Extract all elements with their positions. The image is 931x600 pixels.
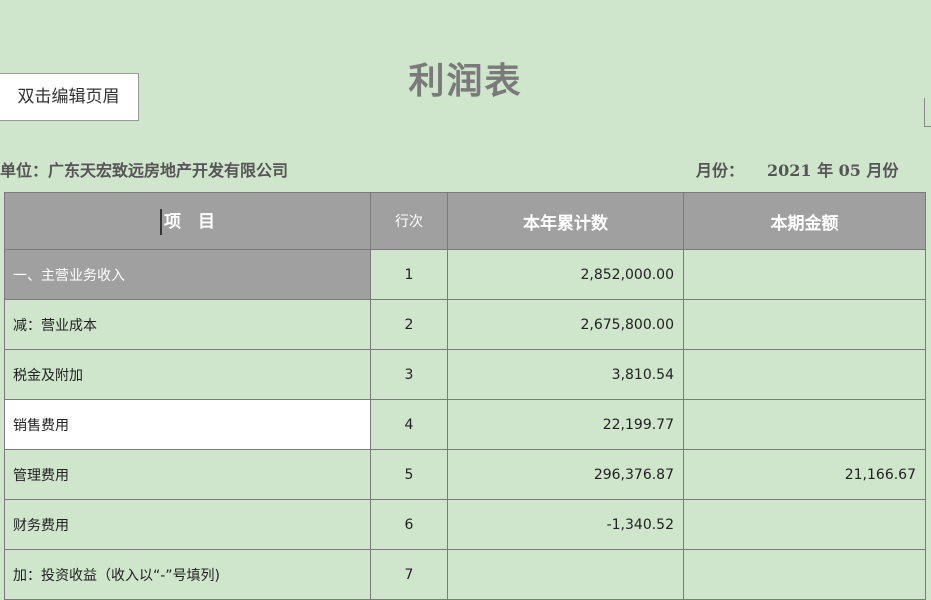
text-cursor xyxy=(160,209,162,235)
column-header-ytd[interactable]: 本年累计数 xyxy=(447,192,684,250)
edit-header-button[interactable]: 双击编辑页眉 xyxy=(0,73,139,121)
page-edge-marker xyxy=(924,98,931,127)
line-no-cell[interactable]: 2 xyxy=(370,299,448,350)
line-no-cell[interactable]: 4 xyxy=(370,399,448,450)
table-row: 一、主营业务收入 1 2,852,000.00 xyxy=(4,249,926,300)
ytd-cell[interactable]: 22,199.77 xyxy=(447,399,684,450)
current-cell[interactable] xyxy=(683,299,926,350)
table-row: 销售费用 4 22,199.77 xyxy=(4,399,926,450)
current-cell[interactable] xyxy=(683,549,926,600)
month-label: 月份： xyxy=(696,161,745,180)
ytd-cell[interactable]: 2,675,800.00 xyxy=(447,299,684,350)
line-no-cell[interactable]: 7 xyxy=(370,549,448,600)
unit-label: 单位：广东天宏致远房地产开发有限公司 xyxy=(0,161,289,180)
item-cell[interactable]: 一、主营业务收入 xyxy=(4,249,371,300)
table-row: 财务费用 6 -1,340.52 xyxy=(4,499,926,550)
month-value: 2021 年 05 月份 xyxy=(767,161,899,180)
table-row: 加：投资收益（收入以“-”号填列) 7 xyxy=(4,549,926,600)
table-header-row: 项 目 行次 本年累计数 本期金额 xyxy=(4,192,926,250)
ytd-cell[interactable]: 3,810.54 xyxy=(447,349,684,400)
item-cell[interactable]: 减：营业成本 xyxy=(4,299,371,350)
column-header-current[interactable]: 本期金额 xyxy=(683,192,926,250)
line-no-cell[interactable]: 1 xyxy=(370,249,448,300)
item-cell[interactable]: 加：投资收益（收入以“-”号填列) xyxy=(4,549,371,600)
table-row: 税金及附加 3 3,810.54 xyxy=(4,349,926,400)
current-cell[interactable] xyxy=(683,349,926,400)
current-cell[interactable] xyxy=(683,499,926,550)
ytd-cell[interactable]: 296,376.87 xyxy=(447,449,684,500)
line-no-cell[interactable]: 3 xyxy=(370,349,448,400)
item-cell[interactable]: 税金及附加 xyxy=(4,349,371,400)
report-meta: 单位：广东天宏致远房地产开发有限公司 月份： 2021 年 05 月份 xyxy=(0,157,931,181)
report-title: 利润表 xyxy=(408,60,523,102)
table-row: 管理费用 5 296,376.87 21,166.67 xyxy=(4,449,926,500)
line-no-cell[interactable]: 5 xyxy=(370,449,448,500)
item-cell[interactable]: 财务费用 xyxy=(4,499,371,550)
current-cell[interactable] xyxy=(683,399,926,450)
table-row: 减：营业成本 2 2,675,800.00 xyxy=(4,299,926,350)
column-header-line-no[interactable]: 行次 xyxy=(370,192,448,250)
ytd-cell[interactable]: -1,340.52 xyxy=(447,499,684,550)
line-no-cell[interactable]: 6 xyxy=(370,499,448,550)
ytd-cell[interactable]: 2,852,000.00 xyxy=(447,249,684,300)
item-cell[interactable]: 管理费用 xyxy=(4,449,371,500)
ytd-cell[interactable] xyxy=(447,549,684,600)
current-cell[interactable] xyxy=(683,249,926,300)
item-cell-selected[interactable]: 销售费用 xyxy=(4,399,371,450)
current-cell[interactable]: 21,166.67 xyxy=(683,449,926,500)
income-statement-table: 项 目 行次 本年累计数 本期金额 一、主营业务收入 1 2,852,000.0… xyxy=(4,192,926,600)
column-header-item[interactable]: 项 目 xyxy=(4,192,371,250)
